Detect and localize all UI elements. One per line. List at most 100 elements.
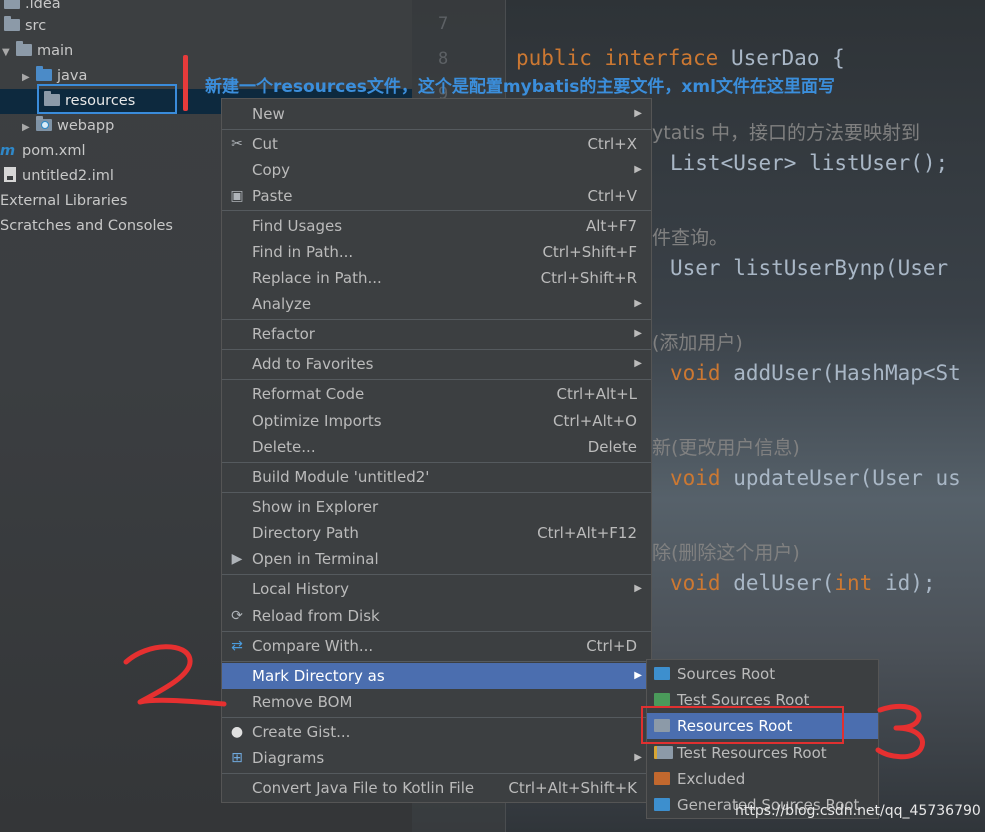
menu-shortcut: Ctrl+D [586, 637, 637, 655]
menu-item-convert-to-kotlin[interactable]: Convert Java File to Kotlin File Ctrl+Alt… [222, 775, 651, 801]
menu-item-reload-from-disk[interactable]: ⟳ Reload from Disk [222, 603, 651, 629]
excluded-folder-icon [654, 772, 670, 785]
menu-item-label: Add to Favorites [252, 355, 374, 373]
annotation-number-3 [875, 703, 925, 760]
menu-item-label: Reload from Disk [252, 607, 380, 625]
menu-item-analyze[interactable]: Analyze ▶ [222, 291, 651, 317]
tree-item-webapp[interactable]: ▶ webapp [22, 114, 114, 139]
tree-item-label: java [57, 68, 88, 84]
menu-item-directory-path[interactable]: Directory Path Ctrl+Alt+F12 [222, 520, 651, 546]
menu-item-show-in-explorer[interactable]: Show in Explorer [222, 494, 651, 520]
menu-item-cut[interactable]: ✂ Cut Ctrl+X [222, 131, 651, 157]
tree-item-src[interactable]: src [4, 14, 46, 39]
menu-item-label: Reformat Code [252, 385, 365, 403]
submenu-arrow-icon: ▶ [634, 108, 642, 119]
code-comment: ytatis 中，接口的方法要映射到 [652, 122, 921, 144]
code-comment: 件查询。 [652, 227, 729, 249]
code-line-interface: public interface UserDao { [516, 46, 845, 70]
annotation-text: 新建一个resources文件，这个是配置mybatis的主要文件，xml文件在… [205, 77, 835, 97]
tree-item-external-libraries[interactable]: External Libraries [0, 189, 127, 214]
menu-item-local-history[interactable]: Local History ▶ [222, 576, 651, 602]
menu-item-remove-bom[interactable]: Remove BOM [222, 689, 651, 715]
submenu-arrow-icon: ▶ [634, 752, 642, 763]
folder-icon [4, 16, 20, 31]
collapsed-arrow-icon[interactable]: ▶ [22, 115, 36, 140]
menu-shortcut: Ctrl+X [587, 135, 637, 153]
submenu-arrow-icon: ▶ [634, 358, 642, 369]
source-folder-icon [36, 66, 52, 81]
reload-icon: ⟳ [231, 608, 243, 624]
menu-item-replace-in-path[interactable]: Replace in Path... Ctrl+Shift+R [222, 265, 651, 291]
menu-item-create-gist[interactable]: ● Create Gist... [222, 719, 651, 745]
menu-shortcut: Ctrl+Shift+R [540, 269, 637, 287]
submenu-arrow-icon: ▶ [634, 328, 642, 339]
maven-icon: m [0, 143, 16, 159]
menu-item-label: Delete... [252, 438, 316, 456]
menu-item-label: Convert Java File to Kotlin File [252, 779, 475, 797]
menu-item-find-usages[interactable]: Find Usages Alt+F7 [222, 213, 651, 239]
code-identifier: updateUser(User us [733, 466, 961, 490]
keyword: interface [604, 46, 719, 70]
expanded-arrow-icon[interactable]: ▼ [2, 40, 16, 65]
line-number: 8 [438, 49, 449, 69]
menu-item-compare-with[interactable]: ⇄ Compare With... Ctrl+D [222, 633, 651, 659]
tree-item-iml[interactable]: untitled2.iml [4, 164, 114, 189]
menu-item-label: Copy [252, 161, 291, 179]
web-folder-icon [36, 116, 52, 131]
code-identifier: UserDao { [730, 46, 845, 70]
menu-separator [222, 492, 651, 493]
menu-item-copy[interactable]: Copy ▶ [222, 157, 651, 183]
tree-item-label: untitled2.iml [22, 168, 114, 184]
menu-item-paste[interactable]: ▣ Paste Ctrl+V [222, 183, 651, 209]
generated-sources-root-icon [654, 798, 670, 811]
tree-item-pom[interactable]: m pom.xml [0, 139, 86, 164]
menu-separator [222, 631, 651, 632]
code-comment: 除(删除这个用户) [652, 542, 800, 564]
tree-item-main[interactable]: ▼ main [2, 39, 73, 64]
folder-icon [16, 41, 32, 56]
menu-item-label: Build Module 'untitled2' [252, 468, 430, 486]
menu-item-mark-directory-as[interactable]: Mark Directory as ▶ [222, 663, 651, 689]
menu-item-label: Create Gist... [252, 723, 351, 741]
menu-item-open-in-terminal[interactable]: ▶ Open in Terminal [222, 546, 651, 572]
github-icon: ● [230, 724, 244, 740]
keyword: int [834, 571, 873, 595]
menu-item-find-in-path[interactable]: Find in Path... Ctrl+Shift+F [222, 239, 651, 265]
menu-item-build-module[interactable]: Build Module 'untitled2' [222, 464, 651, 490]
code-line: List<User> listUser(); [670, 151, 949, 175]
menu-item-new[interactable]: New ▶ [222, 101, 651, 127]
file-icon [4, 167, 16, 182]
menu-shortcut: Ctrl+Alt+L [556, 385, 638, 403]
test-resources-root-icon [654, 746, 673, 759]
menu-item-label: Replace in Path... [252, 269, 382, 287]
menu-item-add-to-favorites[interactable]: Add to Favorites ▶ [222, 351, 651, 377]
annotation-box-resources [37, 84, 177, 114]
menu-separator [222, 349, 651, 350]
submenu-item-sources-root[interactable]: Sources Root [647, 661, 878, 687]
tree-item-label: src [25, 18, 47, 34]
collapsed-arrow-icon[interactable]: ▶ [22, 65, 36, 90]
tree-item-label: Scratches and Consoles [0, 218, 173, 234]
menu-shortcut: Ctrl+Alt+Shift+K [508, 779, 637, 797]
code-identifier: addUser(HashMap<St [733, 361, 961, 385]
menu-item-delete[interactable]: Delete... Delete [222, 434, 651, 460]
submenu-item-excluded[interactable]: Excluded [647, 766, 878, 792]
code-comment: (添加用户) [652, 332, 743, 354]
menu-shortcut: Delete [587, 438, 637, 456]
tree-item-scratches[interactable]: Scratches and Consoles [0, 214, 173, 239]
keyword: void [670, 571, 721, 595]
menu-item-label: Diagrams [252, 749, 325, 767]
menu-item-optimize-imports[interactable]: Optimize Imports Ctrl+Alt+O [222, 408, 651, 434]
menu-item-refactor[interactable]: Refactor ▶ [222, 321, 651, 347]
menu-separator [222, 210, 651, 211]
menu-separator [222, 379, 651, 380]
menu-shortcut: Ctrl+Alt+F12 [537, 524, 637, 542]
menu-item-reformat-code[interactable]: Reformat Code Ctrl+Alt+L [222, 381, 651, 407]
code-line: User listUserBynp(User [670, 256, 949, 280]
clipboard-icon: ▣ [230, 188, 244, 204]
menu-item-label: Excluded [677, 770, 746, 788]
menu-item-diagrams[interactable]: ⊞ Diagrams ▶ [222, 745, 651, 771]
menu-separator [222, 129, 651, 130]
menu-item-label: Cut [252, 135, 278, 153]
tree-item-label: External Libraries [0, 193, 128, 209]
